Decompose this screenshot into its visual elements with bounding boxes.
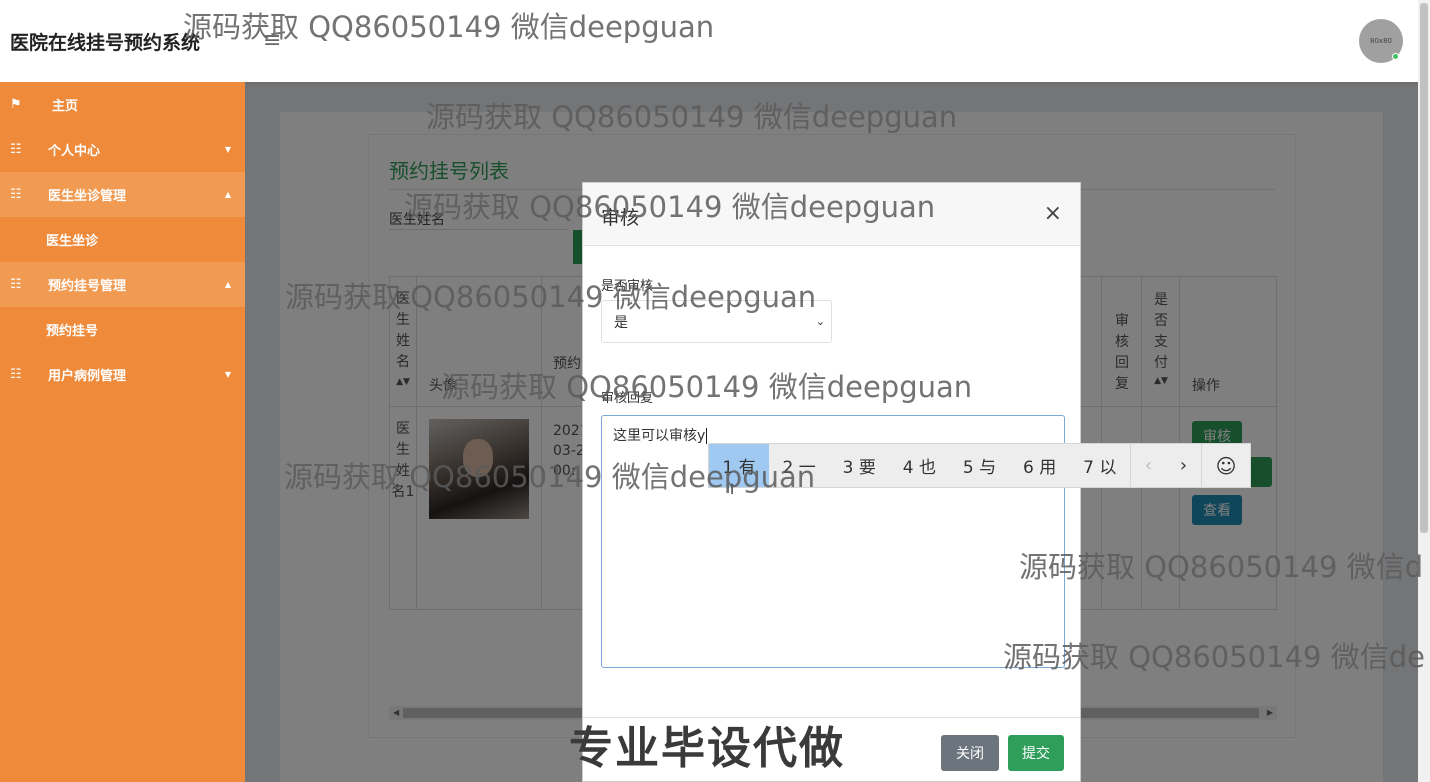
ime-candidate[interactable]: 5 与 bbox=[949, 444, 1009, 487]
sidebar-item-doctor-schedule-mgmt[interactable]: ☷ 医生坐诊管理 ▲ bbox=[0, 172, 245, 217]
app-title: 医院在线挂号预约系统 bbox=[10, 32, 201, 54]
chevron-left-icon[interactable]: ‹ bbox=[1131, 444, 1166, 487]
sidebar-item-patient-records-mgmt[interactable]: ☷ 用户病例管理 ▼ bbox=[0, 352, 245, 397]
close-button[interactable]: 关闭 bbox=[941, 735, 999, 771]
sidebar-subitem-appointment[interactable]: 预约挂号 bbox=[0, 307, 245, 352]
approve-field-label: 是否审核 bbox=[601, 279, 654, 294]
grid-icon: ☷ bbox=[10, 277, 22, 292]
ime-candidate[interactable]: 3 要 bbox=[829, 444, 889, 487]
watermark-banner: 专业毕设代做 bbox=[569, 723, 845, 774]
menu-toggle-icon[interactable]: ≡ bbox=[263, 28, 281, 53]
approve-select[interactable]: 是 ⌄ bbox=[601, 300, 832, 343]
sidebar-item-personal-center[interactable]: ☷ 个人中心 ▼ bbox=[0, 127, 245, 172]
vertical-scrollbar[interactable] bbox=[1418, 0, 1430, 782]
ime-candidate[interactable]: 6 用 bbox=[1010, 444, 1070, 487]
sidebar-item-appointment-mgmt[interactable]: ☷ 预约挂号管理 ▲ bbox=[0, 262, 245, 307]
text-cursor-icon: I bbox=[730, 482, 735, 498]
ime-candidate[interactable]: 2 一 bbox=[769, 444, 829, 487]
caret-down-icon: ▼ bbox=[224, 370, 231, 379]
sidebar: ⚑ 主页 ☷ 个人中心 ▼ ☷ 医生坐诊管理 ▲ 医生坐诊 ☷ 预约挂号管理 ▲… bbox=[0, 82, 245, 782]
emoji-icon[interactable]: ☺ bbox=[1202, 444, 1250, 487]
close-icon[interactable]: × bbox=[1044, 201, 1062, 226]
top-header: 医院在线挂号预约系统 ≡ 80x80 bbox=[0, 0, 1418, 82]
ime-candidate-bar: 1 有 2 一 3 要 4 也 5 与 6 用 7 以 ‹ › ☺ bbox=[708, 443, 1251, 488]
sidebar-item-label: 主页 bbox=[52, 99, 79, 114]
sidebar-subitem-doctor-schedule[interactable]: 医生坐诊 bbox=[0, 217, 245, 262]
grid-icon: ☷ bbox=[10, 142, 22, 157]
flag-icon: ⚑ bbox=[10, 97, 22, 112]
sidebar-item-label: 预约挂号管理 bbox=[48, 279, 127, 294]
modal-header: 审核 × bbox=[583, 183, 1080, 246]
text-caret bbox=[706, 428, 708, 444]
caret-down-icon: ▼ bbox=[224, 145, 231, 154]
caret-up-icon: ▲ bbox=[224, 280, 231, 289]
ime-candidate[interactable]: 1 有 bbox=[709, 444, 770, 487]
avatar-placeholder-text: 80x80 bbox=[1370, 37, 1392, 45]
approve-select-value: 是 bbox=[614, 314, 628, 331]
ime-candidate[interactable]: 7 以 bbox=[1070, 444, 1130, 487]
sidebar-item-label: 个人中心 bbox=[48, 144, 101, 159]
sidebar-item-label: 用户病例管理 bbox=[48, 369, 127, 384]
chevron-right-icon[interactable]: › bbox=[1166, 444, 1201, 487]
online-status-dot bbox=[1392, 53, 1399, 60]
reply-text: 这里可以审核y bbox=[613, 428, 706, 444]
sidebar-item-home[interactable]: ⚑ 主页 bbox=[0, 82, 245, 127]
grid-icon: ☷ bbox=[10, 367, 22, 382]
chevron-down-icon: ⌄ bbox=[815, 315, 825, 328]
submit-button[interactable]: 提交 bbox=[1008, 735, 1064, 771]
grid-icon: ☷ bbox=[10, 187, 22, 202]
user-avatar[interactable]: 80x80 bbox=[1359, 19, 1403, 63]
sidebar-item-label: 医生坐诊管理 bbox=[48, 189, 127, 204]
scrollbar-thumb[interactable] bbox=[1420, 3, 1428, 533]
caret-up-icon: ▲ bbox=[224, 190, 231, 199]
reply-field-label: 审核回复 bbox=[601, 391, 654, 406]
modal-title: 审核 bbox=[601, 207, 640, 229]
ime-candidate[interactable]: 4 也 bbox=[889, 444, 949, 487]
